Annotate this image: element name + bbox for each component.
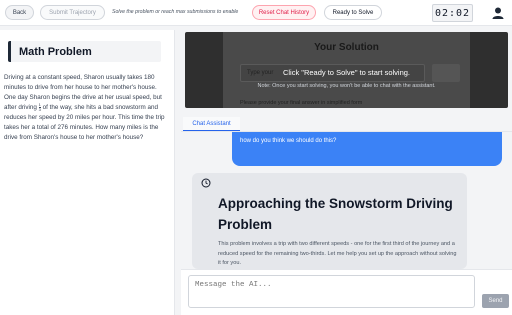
reset-chat-history-button[interactable]: Reset Chat History: [252, 5, 316, 20]
timer: 02:02: [432, 4, 473, 22]
clock-icon: [201, 178, 211, 188]
tab-chat-assistant[interactable]: Chat Assistant: [183, 117, 240, 131]
overlay-message: Click "Ready to Solve" to start solving.: [282, 68, 411, 77]
problem-text: Driving at a constant speed, Sharon usua…: [4, 73, 166, 143]
assistant-message: Approaching the Snowstorm Driving Proble…: [192, 173, 467, 269]
user-icon[interactable]: [491, 6, 505, 20]
ready-to-solve-button[interactable]: Ready to Solve: [324, 5, 382, 20]
problem-title: Math Problem: [8, 41, 161, 62]
top-bar: Back Submit Trajectory Solve the problem…: [0, 0, 512, 26]
assistant-heading: Approaching the Snowstorm Driving Proble…: [218, 196, 453, 232]
solution-locked-overlay: Your Solution Type your Please provide y…: [185, 32, 508, 108]
submit-trajectory-button[interactable]: Submit Trajectory: [40, 5, 105, 20]
problem-panel: Math Problem Driving at a constant speed…: [0, 30, 175, 315]
send-button[interactable]: Send: [482, 294, 509, 308]
back-button[interactable]: Back: [5, 5, 34, 20]
overlay-note: Note: Once you start solving, you won't …: [257, 83, 436, 89]
assistant-body: This problem involves a trip with two di…: [218, 241, 457, 266]
message-input[interactable]: [188, 275, 475, 308]
user-message: how do you think we should do this?: [232, 132, 502, 166]
solution-footer: Please provide your final answer in simp…: [240, 100, 363, 106]
submit-hint: Solve the problem or reach max submissio…: [112, 9, 239, 15]
solution-title: Your Solution: [314, 42, 379, 53]
chat-input-area: Send: [181, 269, 512, 315]
